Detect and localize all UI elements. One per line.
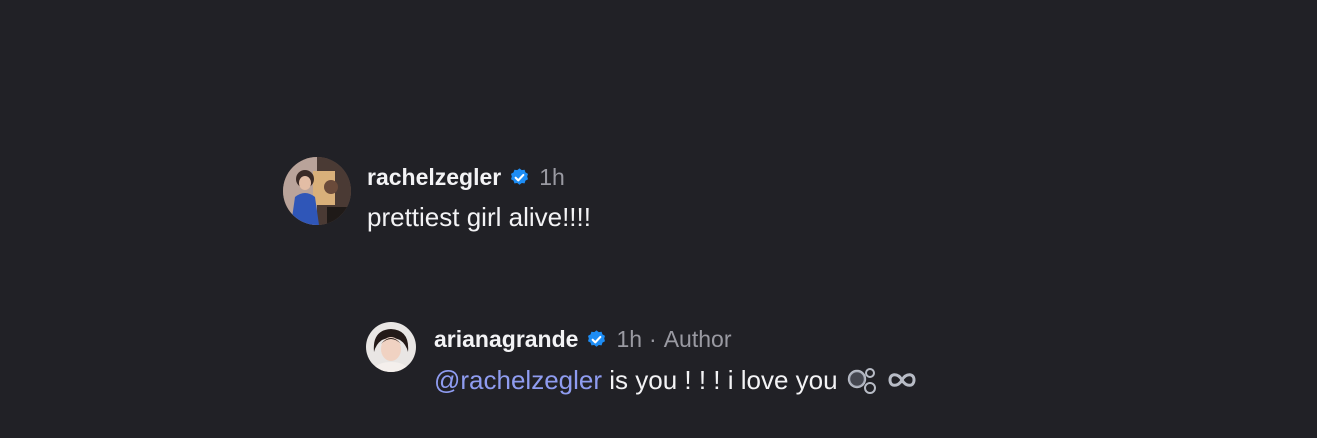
verified-badge-icon xyxy=(586,329,607,350)
reply-comment: arianagrande 1h · Author @rachelzegler i… xyxy=(366,322,918,396)
username[interactable]: rachelzegler xyxy=(367,163,501,191)
separator-dot: · xyxy=(649,326,657,352)
avatar-image xyxy=(366,322,416,372)
timestamp: 1h xyxy=(616,326,643,352)
avatar-image xyxy=(283,157,351,225)
verified-badge-icon xyxy=(509,167,530,188)
avatar[interactable] xyxy=(366,322,416,372)
username[interactable]: arianagrande xyxy=(434,325,578,353)
infinity-icon xyxy=(886,364,918,396)
comment-text: is you ! ! ! i love you xyxy=(609,365,838,395)
mention-link[interactable]: @rachelzegler xyxy=(434,364,602,396)
comment: rachelzegler 1h prettiest girl alive!!!! xyxy=(283,157,591,233)
bubbles-icon xyxy=(846,364,880,396)
author-label: Author xyxy=(663,326,732,352)
comment-text: prettiest girl alive!!!! xyxy=(367,202,591,232)
avatar[interactable] xyxy=(283,157,351,225)
timestamp: 1h xyxy=(539,164,565,190)
